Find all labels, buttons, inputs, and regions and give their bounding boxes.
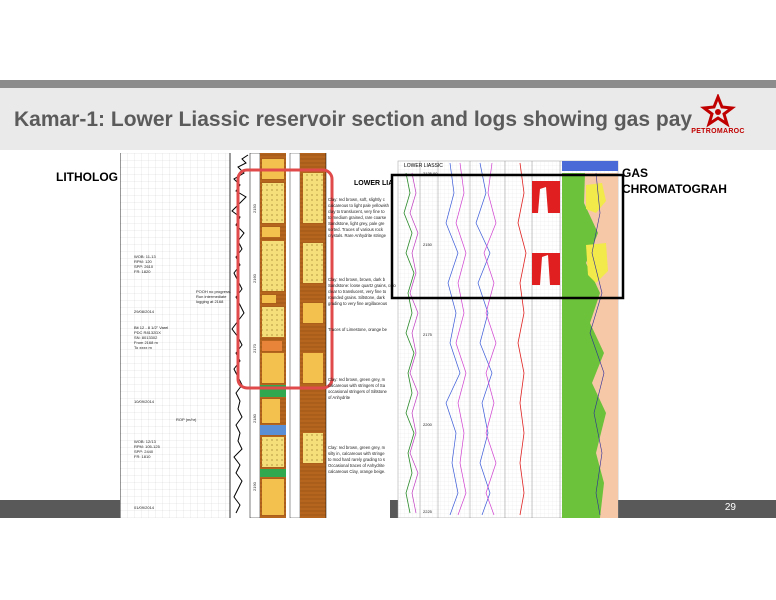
gaslog-header: LOWER LIASSIC xyxy=(404,163,443,169)
svg-text:10/09/2014: 10/09/2014 xyxy=(134,399,155,404)
svg-text:Clay: red brown, brown, dark b: Clay: red brown, brown, dark b xyxy=(328,277,386,282)
gas-depth-2200: 2200 xyxy=(423,422,433,427)
well-log-figure: 2150 2160 2170 2180 2190 WOB: 11-13 RPM:… xyxy=(120,153,625,518)
svg-text:Clay: red brown, soft, slightl: Clay: red brown, soft, slightly c xyxy=(328,197,385,202)
gas-composition-track xyxy=(562,161,618,518)
lithology-label: LITHOLOG xyxy=(56,170,118,184)
svg-text:occasional stringers of Siltst: occasional stringers of Siltstone xyxy=(328,389,388,394)
svg-text:clay to translucent, very fine: clay to translucent, very fine to xyxy=(328,209,385,214)
svg-text:sorted. Traces of various rock: sorted. Traces of various rock xyxy=(328,227,384,232)
petromaroc-logo: PETROMAROC xyxy=(686,92,750,144)
top-divider-bar xyxy=(0,80,776,88)
svg-text:To xxxx m: To xxxx m xyxy=(134,345,152,350)
litho-depth-2180: 2180 xyxy=(252,413,257,423)
svg-text:of Anhydrite: of Anhydrite xyxy=(328,395,351,400)
svg-text:Clay: red brown, green grey, m: Clay: red brown, green grey, m xyxy=(328,445,386,450)
svg-text:calcareous with stringers of S: calcareous with stringers of Sa xyxy=(328,383,386,388)
gas-depth-2225: 2225 xyxy=(423,509,433,514)
svg-text:clear to translucent, very fin: clear to translucent, very fine to xyxy=(328,289,387,294)
svg-text:Clay: red brown, green grey, m: Clay: red brown, green grey, m xyxy=(328,377,386,382)
litho-depth-2160: 2160 xyxy=(252,273,257,283)
svg-text:Sandstone, light grey, pale gr: Sandstone, light grey, pale gre xyxy=(328,221,385,226)
gas-depth-2175: 2175 xyxy=(423,332,433,337)
petromaroc-star-icon xyxy=(700,92,736,128)
svg-text:Occasional traces of Anhydrite: Occasional traces of Anhydrite xyxy=(328,463,385,468)
svg-text:01/09/2014: 01/09/2014 xyxy=(134,505,155,510)
svg-text:rounded grains. Siltstone, dar: rounded grains. Siltstone, dark xyxy=(328,295,386,300)
svg-text:Traces of Limestone, orange be: Traces of Limestone, orange be xyxy=(328,327,388,332)
logo-wordmark: PETROMAROC xyxy=(691,128,745,135)
gas-label-line2: CHROMATOGRAH xyxy=(622,182,727,196)
litho-depth-2150: 2150 xyxy=(252,203,257,213)
page-number: 29 xyxy=(724,502,736,513)
svg-text:Sandstone: loose quartz grains: Sandstone: loose quartz grains, colo xyxy=(328,283,396,288)
slide-title: Kamar-1: Lower Liassic reservoir section… xyxy=(14,108,693,131)
gas-depth-2150: 2150 xyxy=(423,242,433,247)
litho-depth-2170: 2170 xyxy=(252,343,257,353)
svg-text:calcareous to light pale yello: calcareous to light pale yellowish xyxy=(328,203,390,208)
gas-label-line1: GAS xyxy=(622,166,649,180)
litholog-header: LOWER LIA xyxy=(354,180,393,187)
svg-text:to medium grained, rare coarse: to medium grained, rare coarse xyxy=(328,215,387,220)
litho-depth-2190: 2190 xyxy=(252,481,257,491)
svg-text:ROP (m/hr): ROP (m/hr) xyxy=(176,417,197,422)
svg-text:crystals. Rare Anhydrite strin: crystals. Rare Anhydrite stringe xyxy=(328,233,387,238)
svg-text:FR: 1820: FR: 1820 xyxy=(134,269,151,274)
svg-text:29/08/2014: 29/08/2014 xyxy=(134,309,155,314)
svg-text:FR: 1810: FR: 1810 xyxy=(134,454,151,459)
svg-text:silty in, calcareous with stri: silty in, calcareous with stringe xyxy=(328,451,385,456)
svg-text:to mod hard rarely grading to: to mod hard rarely grading to s xyxy=(328,457,385,462)
svg-text:logging at 2168: logging at 2168 xyxy=(196,299,224,304)
svg-text:grading to very fine argillace: grading to very fine argillaceous xyxy=(328,301,387,306)
svg-text:calcareous Clay, orange beige.: calcareous Clay, orange beige. xyxy=(328,469,385,474)
